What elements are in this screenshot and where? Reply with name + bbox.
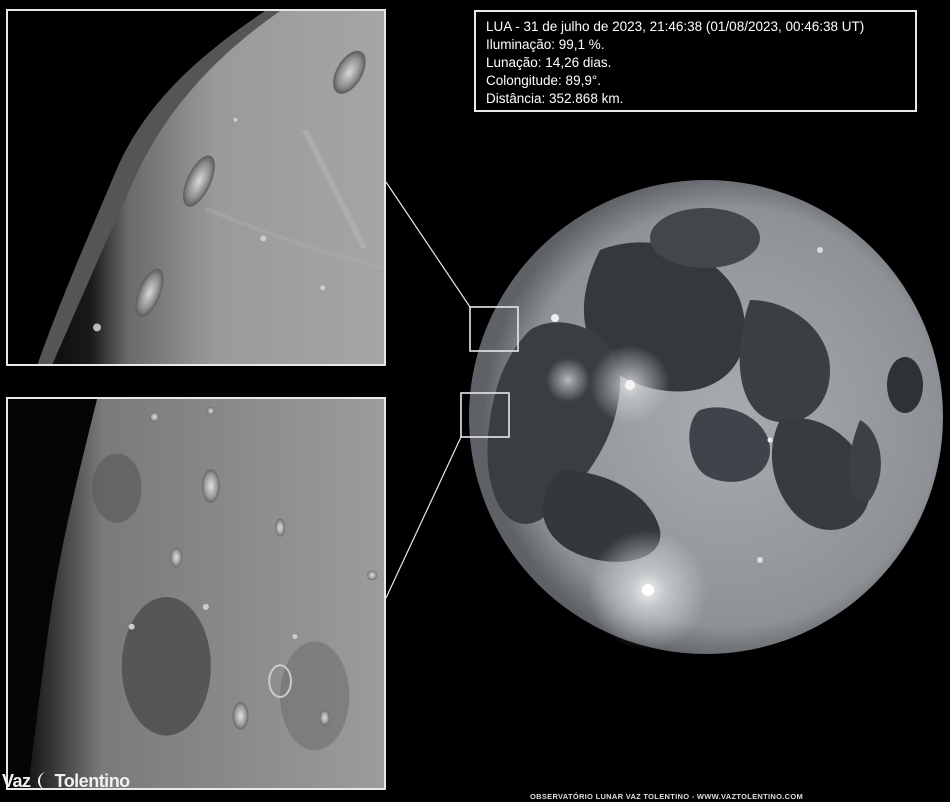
pointer-line-top xyxy=(385,181,471,308)
full-moon xyxy=(469,180,943,654)
footer-credit: OBSERVATÓRIO LUNAR VAZ TOLENTINO - WWW.V… xyxy=(530,792,804,801)
info-illumination: Iluminação: 99,1 %. xyxy=(486,37,605,52)
logo-text-part1: Vaz xyxy=(2,770,31,791)
selection-box-bottom xyxy=(460,392,510,438)
inset-bottom-closeup xyxy=(6,397,386,790)
info-distance: Distância: 352.868 km. xyxy=(486,91,624,106)
selection-box-top xyxy=(469,306,519,352)
info-title: LUA - 31 de julho de 2023, 21:46:38 (01/… xyxy=(486,19,865,34)
inset-top-closeup xyxy=(6,9,386,366)
info-box: LUA - 31 de julho de 2023, 21:46:38 (01/… xyxy=(474,10,917,112)
crescent-icon xyxy=(37,772,47,790)
closeup-image-bottom xyxy=(8,399,384,788)
info-colongitude: Colongitude: 89,9°. xyxy=(486,73,601,88)
info-lunation: Lunação: 14,26 dias. xyxy=(486,55,612,70)
closeup-image-top xyxy=(8,11,384,364)
logo-text-part2: Tolentino xyxy=(54,770,131,791)
logo: Vaz Tolentino xyxy=(2,766,130,796)
pointer-line-bottom xyxy=(385,436,462,599)
